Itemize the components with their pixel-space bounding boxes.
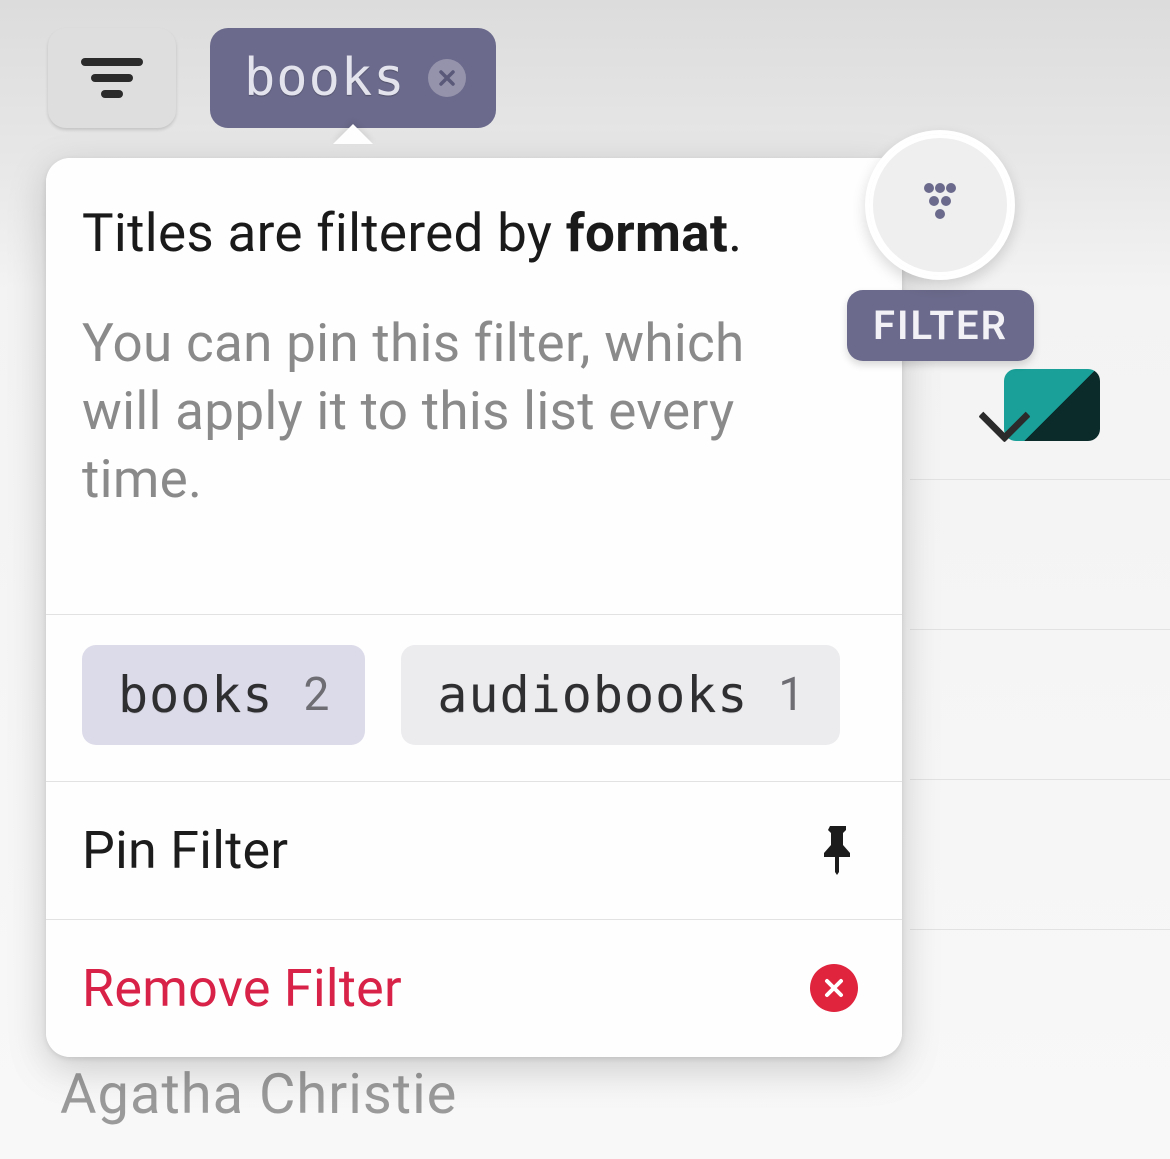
- filter-callout: FILTER: [847, 130, 1034, 361]
- remove-filter-button[interactable]: Remove Filter: [46, 920, 902, 1057]
- pin-icon: [818, 824, 858, 876]
- active-filter-label: books: [244, 48, 406, 108]
- filter-option-books[interactable]: books 2: [82, 645, 365, 745]
- sort-menu-button[interactable]: [48, 28, 176, 128]
- filter-callout-label: FILTER: [847, 290, 1034, 361]
- filter-options-section: books 2 audiobooks 1: [46, 615, 902, 781]
- background-list: [910, 330, 1170, 930]
- filter-popover: Titles are filtered by format. You can p…: [46, 158, 902, 1057]
- close-icon: [810, 964, 858, 1012]
- background-list-row: [910, 630, 1170, 780]
- filter-option-count: 1: [778, 668, 804, 722]
- active-filter-chip[interactable]: books: [210, 28, 496, 128]
- popover-arrow: [333, 124, 373, 144]
- filter-option-label: audiobooks: [437, 666, 748, 724]
- pin-filter-button[interactable]: Pin Filter: [46, 782, 902, 919]
- popover-heading-suffix: .: [728, 202, 742, 264]
- background-author-text: Agatha Christie: [60, 1061, 457, 1127]
- remove-filter-label: Remove Filter: [82, 958, 402, 1019]
- filter-option-audiobooks[interactable]: audiobooks 1: [401, 645, 840, 745]
- format-badge-icon: [1004, 369, 1100, 441]
- close-icon[interactable]: [428, 59, 466, 97]
- filter-option-count: 2: [304, 668, 330, 722]
- filter-option-label: books: [118, 666, 274, 724]
- background-list-row: [910, 480, 1170, 630]
- filter-icon: [913, 178, 967, 232]
- sort-icon: [81, 54, 143, 102]
- popover-heading-bold: format: [566, 202, 728, 264]
- pin-filter-label: Pin Filter: [82, 820, 288, 881]
- popover-heading: Titles are filtered by format.: [82, 200, 866, 266]
- popover-subtext: You can pin this filter, which will appl…: [82, 310, 782, 513]
- top-bar: books: [48, 28, 496, 128]
- background-list-row: [910, 780, 1170, 930]
- popover-description-section: Titles are filtered by format. You can p…: [46, 158, 902, 614]
- popover-heading-prefix: Titles are filtered by: [82, 202, 566, 264]
- filter-callout-badge: [865, 130, 1015, 280]
